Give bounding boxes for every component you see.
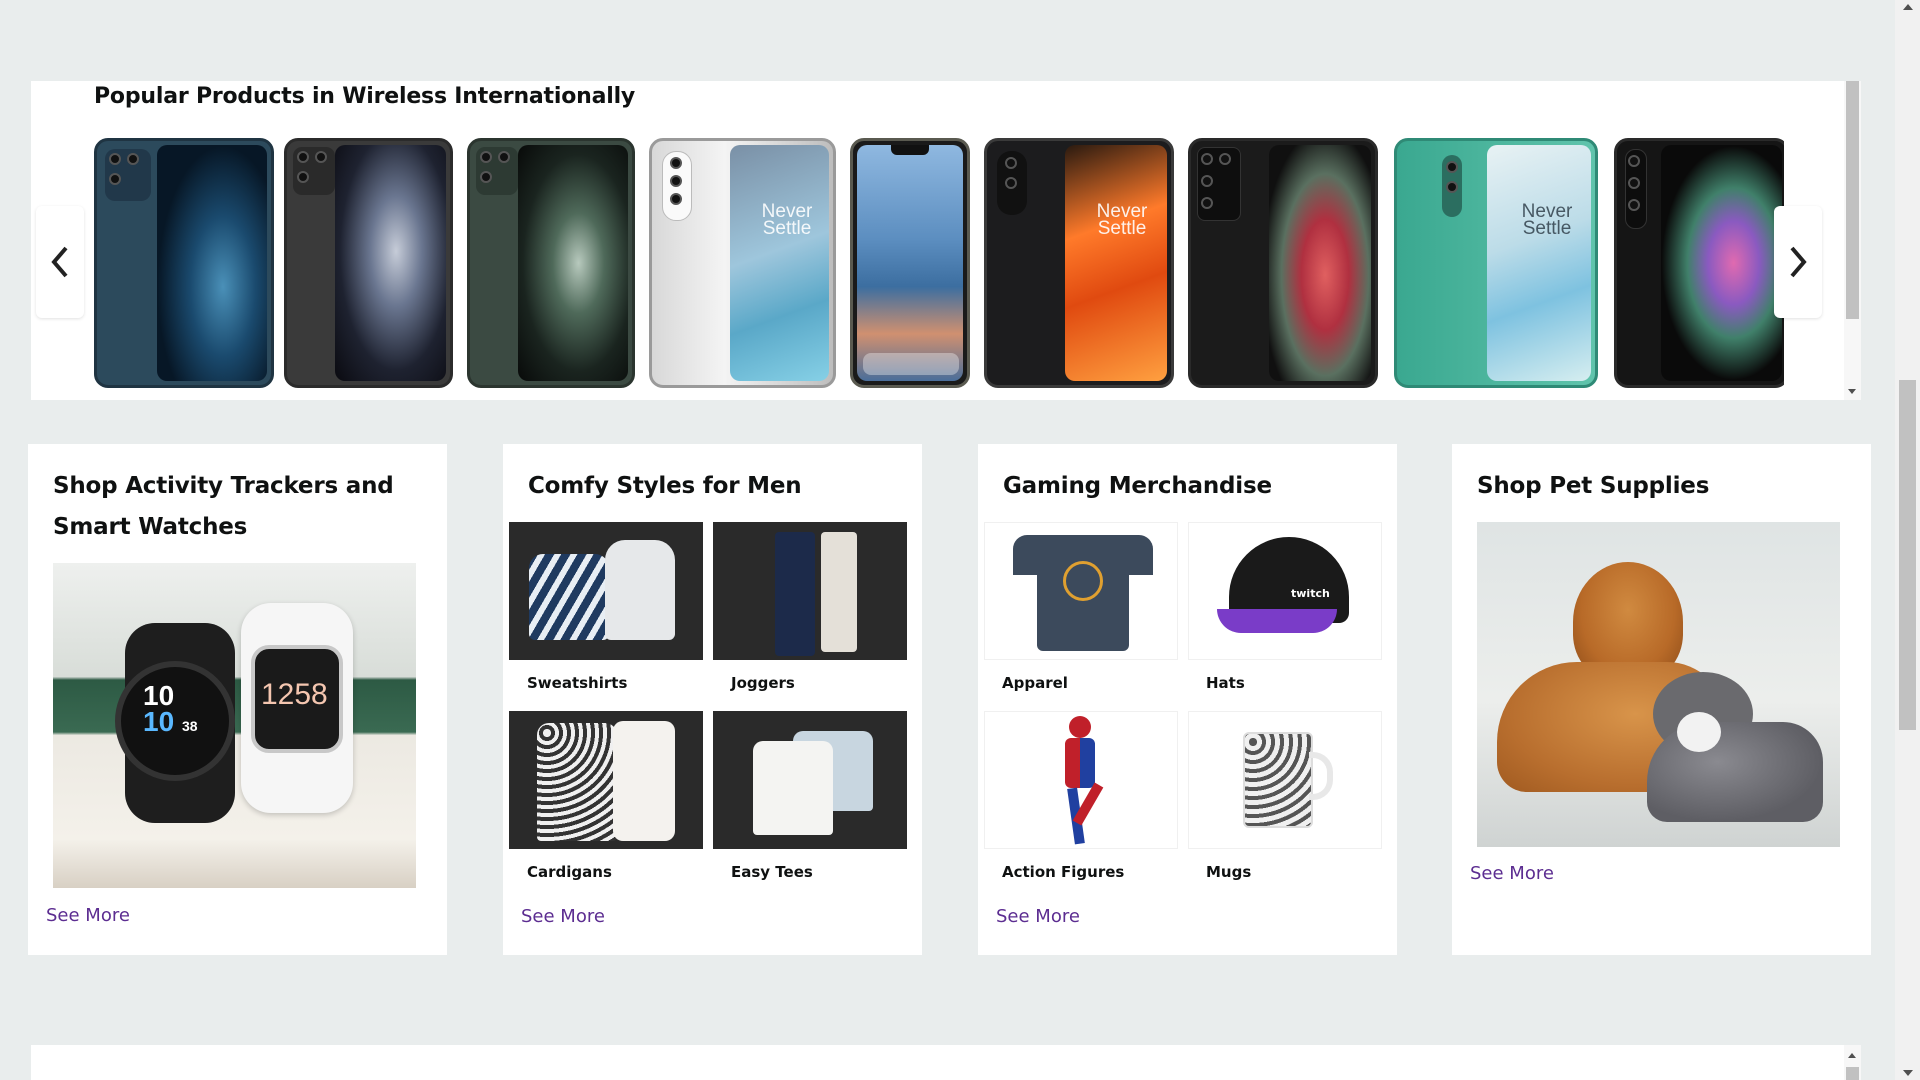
watch-display-2: 1258 (261, 678, 328, 711)
card-title: Shop Pet Supplies (1477, 473, 1710, 499)
card-gaming-merchandise: Gaming Merchandise Apparel twitch Hats A… (978, 444, 1397, 955)
card-pet-supplies: Shop Pet Supplies See More (1452, 444, 1871, 955)
joggers-image (713, 522, 907, 660)
see-more-link[interactable]: See More (996, 906, 1080, 927)
action-figures-image (984, 711, 1178, 849)
tile-cardigans[interactable]: Cardigans (509, 711, 703, 881)
tile-label: Easy Tees (731, 863, 813, 881)
tile-label: Sweatshirts (527, 674, 628, 692)
tile-sweatshirts[interactable]: Sweatshirts (509, 522, 703, 692)
hats-image: twitch (1188, 522, 1382, 660)
product-image[interactable] (467, 138, 635, 388)
watch-time-minutes: 38 (181, 718, 198, 734)
mugs-image (1188, 711, 1382, 849)
carousel-next-button[interactable] (1774, 206, 1822, 318)
card-title: Comfy Styles for Men (528, 473, 802, 499)
watch-display: 10 10 38 (143, 682, 198, 739)
smartwatch-image[interactable]: 10 10 38 1258 (53, 563, 416, 888)
apparel-image (984, 522, 1178, 660)
next-section-scrollbar[interactable] (1844, 1045, 1861, 1080)
carousel-prev-button[interactable] (36, 206, 84, 318)
watch-time-hours-blue: 10 (143, 706, 175, 737)
scroll-up-arrow-icon[interactable] (1848, 1053, 1856, 1058)
cardigans-image (509, 711, 703, 849)
card-activity-trackers: Shop Activity Trackers and Smart Watches… (28, 444, 447, 955)
tile-label: Mugs (1206, 863, 1252, 881)
chevron-left-icon (51, 246, 68, 278)
product-image[interactable]: Never Settle (984, 138, 1174, 388)
hat-logo-text: twitch (1291, 587, 1330, 600)
scroll-up-arrow-icon[interactable] (1903, 4, 1913, 10)
card-title: Shop Activity Trackers and Smart Watches (53, 473, 394, 540)
page-scrollbar[interactable] (1895, 0, 1920, 1080)
never-settle-text: Never Settle (761, 201, 813, 239)
product-image[interactable] (284, 138, 453, 388)
scrollbar-thumb[interactable] (1899, 380, 1916, 730)
tile-easy-tees[interactable]: Easy Tees (713, 711, 907, 881)
product-image[interactable] (1614, 138, 1784, 388)
carousel-track: Never Settle Never Settle Never Settle (94, 138, 1784, 388)
product-image[interactable]: Never Settle (649, 138, 836, 388)
product-image[interactable] (94, 138, 274, 388)
tile-label: Apparel (1002, 674, 1068, 692)
carousel-scrollbar[interactable] (1844, 81, 1861, 400)
tile-label: Cardigans (527, 863, 612, 881)
scroll-down-arrow-icon[interactable] (1903, 1070, 1913, 1076)
scrollbar-thumb[interactable] (1846, 81, 1859, 319)
scroll-down-arrow-icon[interactable] (1848, 389, 1856, 394)
card-title: Gaming Merchandise (1003, 473, 1272, 499)
popular-products-carousel: Popular Products in Wireless Internation… (31, 81, 1861, 400)
card-comfy-styles-men: Comfy Styles for Men Sweatshirts Joggers… (503, 444, 922, 955)
next-section-card (31, 1045, 1861, 1080)
tile-label: Action Figures (1002, 863, 1125, 881)
pet-supplies-image[interactable] (1477, 522, 1840, 847)
product-image[interactable] (1188, 138, 1378, 388)
product-image[interactable] (850, 138, 970, 388)
tile-label: Hats (1206, 674, 1245, 692)
never-settle-text: Never Settle (1096, 201, 1148, 239)
product-image[interactable]: Never Settle (1394, 138, 1598, 388)
chevron-right-icon (1790, 246, 1807, 278)
tile-hats[interactable]: twitch Hats (1188, 522, 1382, 692)
tile-joggers[interactable]: Joggers (713, 522, 907, 692)
see-more-link[interactable]: See More (521, 906, 605, 927)
carousel-title: Popular Products in Wireless Internation… (94, 84, 636, 109)
see-more-link[interactable]: See More (46, 905, 130, 926)
tile-action-figures[interactable]: Action Figures (984, 711, 1178, 881)
never-settle-text: Never Settle (1521, 201, 1573, 239)
tile-apparel[interactable]: Apparel (984, 522, 1178, 692)
sweatshirts-image (509, 522, 703, 660)
easy-tees-image (713, 711, 907, 849)
scrollbar-thumb[interactable] (1846, 1067, 1859, 1080)
see-more-link[interactable]: See More (1470, 863, 1554, 884)
tile-mugs[interactable]: Mugs (1188, 711, 1382, 881)
tile-label: Joggers (731, 674, 795, 692)
